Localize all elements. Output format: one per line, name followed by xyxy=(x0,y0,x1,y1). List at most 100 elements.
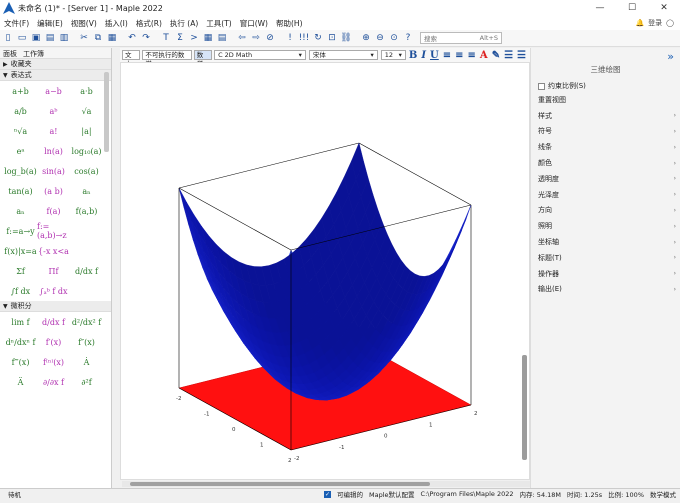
print-preview-icon[interactable]: ▥ xyxy=(58,32,70,44)
palette-item[interactable]: |a| xyxy=(70,121,103,141)
bell-icon[interactable]: 🔔 xyxy=(635,19,644,27)
palette-item[interactable]: {-x x<a xyxy=(37,241,70,261)
context-row[interactable]: 坐标轴 › xyxy=(531,234,680,250)
menu-help[interactable]: 帮助(H) xyxy=(272,18,307,29)
palette-splitter[interactable] xyxy=(112,48,120,488)
context-row[interactable]: 照明 › xyxy=(531,218,680,234)
insert-math-icon[interactable]: Σ xyxy=(174,32,186,44)
palette-item[interactable]: sin(a) xyxy=(37,161,70,181)
zoom-out-icon[interactable]: ⊖ xyxy=(374,32,386,44)
text-mode-button[interactable]: 文本 xyxy=(122,50,141,68)
palette-item[interactable]: a/b xyxy=(4,101,37,121)
section-calculus[interactable]: ▼ 微积分 xyxy=(0,301,111,312)
palette-item[interactable]: a+b xyxy=(4,81,37,101)
menu-edit[interactable]: 编辑(E) xyxy=(33,18,67,29)
tab-palettes[interactable]: 面板 xyxy=(0,48,20,58)
lock-aspect-checkbox[interactable]: 约束比例(S) xyxy=(531,80,680,92)
align-right-icon[interactable]: ≡ xyxy=(468,50,476,61)
worksheet-hscrollbar[interactable] xyxy=(122,481,530,487)
context-row[interactable]: 输出(E) › xyxy=(531,282,680,298)
zoom-in-icon[interactable]: ⊕ xyxy=(360,32,372,44)
palette-item[interactable]: d/dx f xyxy=(70,261,103,281)
context-row[interactable]: 标题(T) › xyxy=(531,250,680,266)
palette-item[interactable]: d²/dx² f xyxy=(70,312,103,332)
align-left-icon[interactable]: ≡ xyxy=(443,50,451,61)
palette-item[interactable]: dⁿ/dxⁿ f xyxy=(4,332,37,352)
palette-item[interactable]: f:=a→y xyxy=(4,221,37,241)
menu-view[interactable]: 视图(V) xyxy=(67,18,101,29)
bold-button[interactable]: B xyxy=(409,50,417,61)
palette-item[interactable]: tan(a) xyxy=(4,181,37,201)
context-row[interactable]: 颜色 › xyxy=(531,155,680,171)
context-row[interactable]: 重置视图 xyxy=(531,92,680,108)
numbered-list-icon[interactable]: ☰ xyxy=(517,50,526,61)
palette-item[interactable]: aᵇ xyxy=(37,101,70,121)
open-icon[interactable]: ▭ xyxy=(16,32,28,44)
worksheet-vscrollbar[interactable] xyxy=(522,355,527,460)
section-favorites[interactable]: ▶ 收藏夹 xyxy=(0,59,111,70)
paste-icon[interactable]: ▦ xyxy=(106,32,118,44)
palette-item[interactable]: ∂²f xyxy=(70,372,103,392)
palette-item[interactable]: f‴(x) xyxy=(4,352,37,372)
underline-button[interactable]: U xyxy=(430,50,439,61)
palette-item[interactable]: Ȧ xyxy=(70,352,103,372)
palette-item[interactable]: f′(x) xyxy=(37,332,70,352)
section-expression[interactable]: ▼ 表达式 xyxy=(0,70,111,81)
forward-icon[interactable]: ⇨ xyxy=(250,32,262,44)
font-size-select[interactable]: 12 ▾ xyxy=(380,50,406,60)
palette-item[interactable]: f:=(a,b)→z xyxy=(37,221,70,241)
font-select[interactable]: 宋体 ▾ xyxy=(308,50,378,60)
palette-item[interactable]: log_b(a) xyxy=(4,161,37,181)
align-center-icon[interactable]: ≡ xyxy=(455,50,463,61)
redo-icon[interactable]: ↷ xyxy=(140,32,152,44)
palette-item[interactable]: Σf xyxy=(4,261,37,281)
highlight-icon[interactable]: ✎ xyxy=(492,50,500,61)
debug-icon[interactable]: ⊡ xyxy=(326,32,338,44)
italic-button[interactable]: I xyxy=(421,50,426,61)
save-icon[interactable]: ▣ xyxy=(30,32,42,44)
context-row[interactable]: 透明度 › xyxy=(531,171,680,187)
nonexec-math-button[interactable]: 不可执行的数学 xyxy=(142,50,192,68)
menu-evaluate[interactable]: 执行 (A) xyxy=(166,18,202,29)
restart-icon[interactable]: ↻ xyxy=(312,32,324,44)
execute-all-icon[interactable]: !!! xyxy=(298,32,310,44)
palette-item[interactable]: Πf xyxy=(37,261,70,281)
insert-prompt-icon[interactable]: > xyxy=(188,32,200,44)
worksheet[interactable]: -2 -1 0 1 2 -2 -1 0 1 2 xyxy=(120,62,530,480)
palette-item[interactable]: a−b xyxy=(37,81,70,101)
palette-item[interactable]: ∂/∂x f xyxy=(37,372,70,392)
palette-item[interactable]: d/dx f xyxy=(37,312,70,332)
back-icon[interactable]: ⇦ xyxy=(236,32,248,44)
execute-icon[interactable]: ! xyxy=(284,32,296,44)
palette-item[interactable]: Ä xyxy=(4,372,37,392)
palette-item[interactable]: lim f xyxy=(4,312,37,332)
context-row[interactable]: 方向 › xyxy=(531,203,680,219)
context-row[interactable]: 操作器 › xyxy=(531,266,680,282)
palette-item[interactable]: a! xyxy=(37,121,70,141)
editable-checkbox[interactable]: ✓ xyxy=(324,490,332,498)
link-icon[interactable]: ⛓ xyxy=(340,32,352,44)
palette-item[interactable]: f(a) xyxy=(37,201,70,221)
insert-table-icon[interactable]: ▤ xyxy=(216,32,228,44)
menu-insert[interactable]: 插入(I) xyxy=(101,18,132,29)
palette-item[interactable]: ∫ₐᵇ f dx xyxy=(37,281,70,301)
palette-item[interactable]: log₁₀(a) xyxy=(70,141,103,161)
login-link[interactable]: 登录 xyxy=(648,18,662,28)
help-icon[interactable]: ? xyxy=(402,32,414,44)
palette-item[interactable]: a·b xyxy=(70,81,103,101)
print-icon[interactable]: ▤ xyxy=(44,32,56,44)
palette-item[interactable]: ln(a) xyxy=(37,141,70,161)
palette-item[interactable]: (a b) xyxy=(37,181,70,201)
menu-file[interactable]: 文件(F) xyxy=(0,18,33,29)
palette-item[interactable]: f⁽ⁿ⁾(x) xyxy=(37,352,70,372)
zoom-fit-icon[interactable]: ⊙ xyxy=(388,32,400,44)
copy-icon[interactable]: ⧉ xyxy=(92,32,104,44)
menu-window[interactable]: 窗口(W) xyxy=(236,18,272,29)
context-row[interactable]: 线条 › xyxy=(531,139,680,155)
palette-item[interactable]: eᵃ xyxy=(4,141,37,161)
search-input[interactable]: 搜索 Alt+S xyxy=(420,32,502,44)
stop-icon[interactable]: ⊘ xyxy=(264,32,276,44)
palette-item[interactable]: aₙ xyxy=(4,201,37,221)
insert-text-icon[interactable]: T xyxy=(160,32,172,44)
context-row[interactable]: 符号 › xyxy=(531,124,680,140)
